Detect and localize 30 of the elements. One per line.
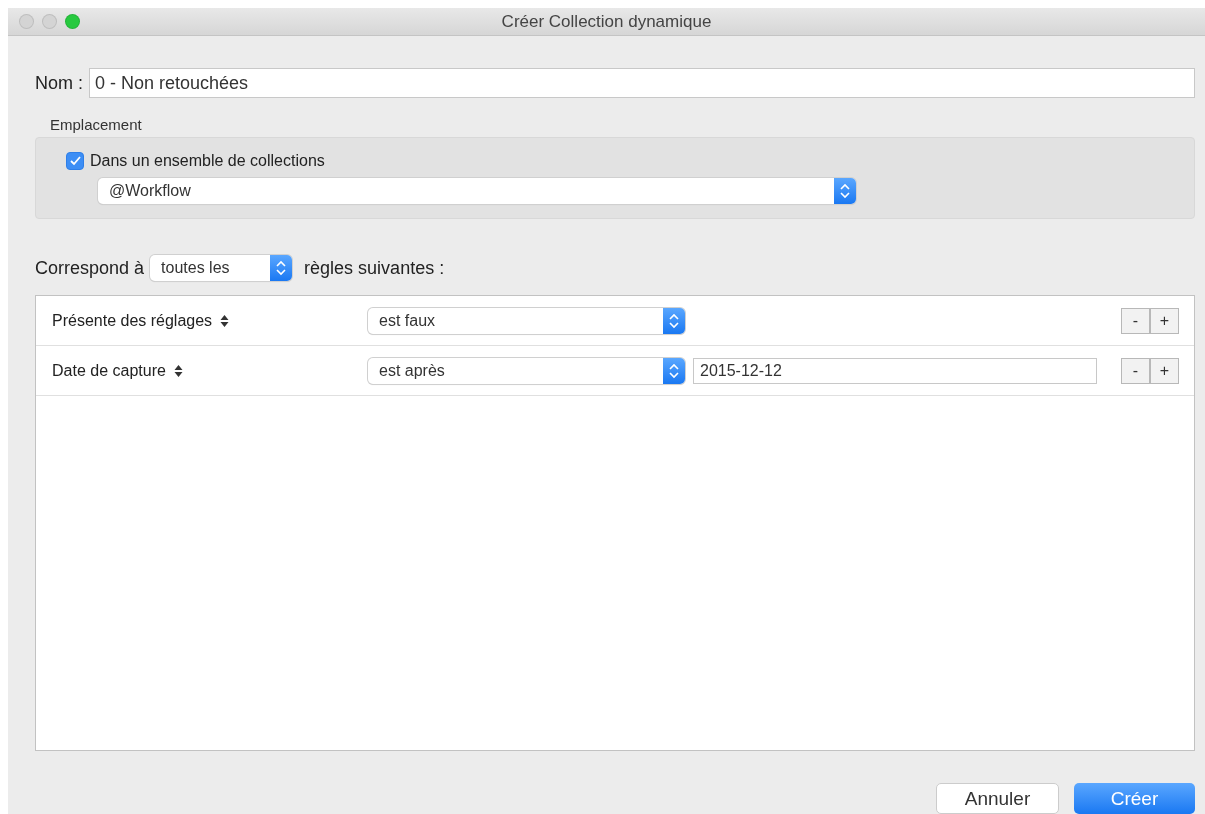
match-suffix: règles suivantes :: [304, 257, 445, 279]
checkbox-label: Dans un ensemble de collections: [90, 152, 325, 170]
window-title: Créer Collection dynamique: [501, 11, 712, 32]
name-label: Nom :: [35, 72, 83, 94]
checkmark-icon: [69, 156, 81, 166]
location-label: Emplacement: [50, 116, 143, 133]
remove-rule-button[interactable]: -: [1121, 357, 1150, 384]
remove-rule-button[interactable]: -: [1121, 307, 1150, 334]
zoom-button[interactable]: [65, 14, 80, 29]
name-field[interactable]: 0 - Non retouchées: [89, 68, 1195, 98]
add-rule-button[interactable]: +: [1150, 357, 1179, 384]
match-select[interactable]: toutes les: [150, 255, 293, 281]
stepper-icon: [834, 178, 856, 204]
stepper-icon: [663, 307, 685, 334]
close-button[interactable]: [19, 14, 34, 29]
operator-select[interactable]: est faux: [368, 307, 685, 334]
cancel-button[interactable]: Annuler: [936, 783, 1059, 814]
add-rule-button[interactable]: +: [1150, 307, 1179, 334]
match-prefix: Correspond à: [35, 257, 145, 279]
stepper-icon: [270, 255, 293, 281]
sort-arrows-icon: [173, 363, 183, 378]
sort-arrows-icon: [220, 313, 230, 328]
checkbox[interactable]: [66, 152, 84, 170]
collection-set-select[interactable]: @Workflow: [98, 178, 856, 204]
stepper-icon: [663, 357, 685, 384]
operator-select[interactable]: est après: [368, 357, 685, 384]
attribute-select[interactable]: Présente des réglages: [52, 311, 368, 330]
minimize-button[interactable]: [42, 14, 57, 29]
attribute-select[interactable]: Date de capture: [52, 361, 368, 380]
value-field[interactable]: 2015-12-12: [693, 357, 1097, 384]
